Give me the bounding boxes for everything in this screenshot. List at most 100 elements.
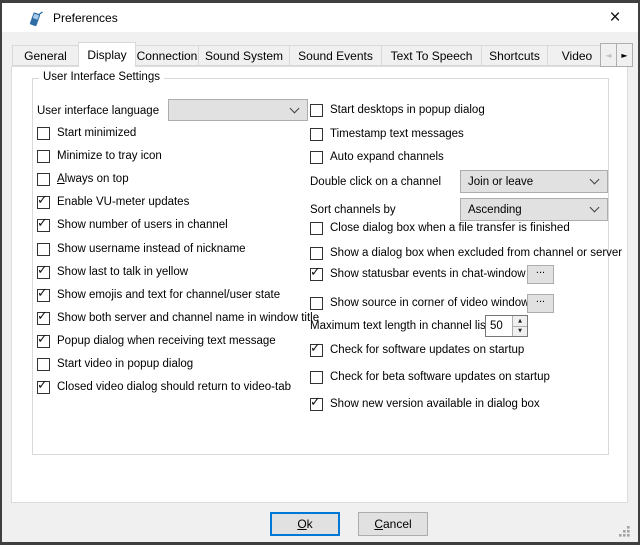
checkbox-show-emojis[interactable]: ✓ Show emojis and text for channel/user … [37,287,280,303]
checkbox-box[interactable]: ✓ [37,335,50,348]
chevron-down-icon [590,203,600,213]
checkbox-label: Check for beta software updates on start… [330,371,550,383]
max-text-length-spinner[interactable]: 50 ▲ ▼ [485,315,528,337]
spin-up-icon[interactable]: ▲ [513,316,527,327]
resize-grip-icon[interactable] [617,524,631,538]
checkbox-label: Show last to talk in yellow [57,266,188,278]
tab-label: Text To Speech [391,49,473,63]
checkbox-label: Timestamp text messages [330,128,464,140]
checkbox-timestamp-messages[interactable]: Timestamp text messages [310,126,464,142]
checkbox-show-username[interactable]: Show username instead of nickname [37,241,246,257]
checkbox-box[interactable] [310,297,323,310]
tab-sound-events[interactable]: Sound Events [289,45,382,66]
checkbox-minimize-to-tray[interactable]: Minimize to tray icon [37,148,162,164]
tab-shortcuts[interactable]: Shortcuts [481,45,548,66]
sort-channels-label: Sort channels by [310,202,396,218]
checkbox-box[interactable]: ✓ [310,268,323,281]
checkbox-auto-expand-channels[interactable]: Auto expand channels [310,149,444,165]
checkbox-video-source-corner[interactable]: Show source in corner of video window [310,295,529,311]
max-text-length-label: Maximum text length in channel list [310,318,489,334]
checkbox-label: Start minimized [57,127,136,139]
checkbox-box[interactable] [310,151,323,164]
tab-connection[interactable]: Connection [135,45,199,66]
checkbox-new-version-dialog[interactable]: ✓ Show new version available in dialog b… [310,396,540,412]
checkbox-enable-vu-meter[interactable]: ✓ Enable VU-meter updates [37,194,189,210]
tab-label: Connection [137,49,198,63]
checkbox-box[interactable] [310,104,323,117]
checkbox-always-on-top[interactable]: Always on top [37,171,129,187]
checkbox-box[interactable]: ✓ [310,344,323,357]
cancel-button-label: Cancel [374,517,411,531]
video-source-ellipsis-button[interactable]: ... [527,294,554,313]
ok-button[interactable]: Ok [270,512,340,536]
mnemonic-char: C [374,517,383,531]
checkbox-label: Show new version available in dialog box [330,398,540,410]
checkbox-last-to-talk[interactable]: ✓ Show last to talk in yellow [37,264,188,280]
checkbox-box[interactable] [37,243,50,256]
tab-general[interactable]: General [12,45,79,66]
checkbox-box[interactable] [37,358,50,371]
checkbox-box[interactable] [310,247,323,260]
checkbox-box[interactable]: ✓ [37,289,50,302]
checkbox-server-channel-title[interactable]: ✓ Show both server and channel name in w… [37,310,319,326]
title-bar[interactable]: Preferences × [2,3,638,32]
spinner-value[interactable]: 50 [486,316,512,336]
checkmark-icon: ✓ [37,264,48,278]
checkmark-icon: ✓ [310,342,321,356]
checkbox-box[interactable]: ✓ [37,219,50,232]
checkbox-statusbar-events[interactable]: ✓ Show statusbar events in chat-window [310,266,526,282]
double-click-label: Double click on a channel [310,174,441,190]
tab-label: Display [87,48,126,62]
label-rest: lways on top [65,173,129,185]
sort-channels-select[interactable]: Ascending [460,198,608,221]
checkbox-box[interactable]: ✓ [37,312,50,325]
checkbox-box[interactable] [310,371,323,384]
tab-scroll-right-icon[interactable]: ► [616,43,633,67]
statusbar-events-ellipsis-button[interactable]: ... [527,265,554,284]
checkbox-label: Start video in popup dialog [57,358,193,370]
cancel-button[interactable]: Cancel [358,512,428,536]
spin-down-icon[interactable]: ▼ [513,327,527,337]
language-select[interactable] [168,99,308,121]
checkbox-box[interactable]: ✓ [37,196,50,209]
checkmark-icon: ✓ [37,287,48,301]
tab-label: Video [562,49,592,63]
mnemonic-char: A [57,173,65,185]
tab-display[interactable]: Display [78,42,136,67]
double-click-select[interactable]: Join or leave [460,170,608,193]
checkbox-start-desktops-popup[interactable]: Start desktops in popup dialog [310,102,485,118]
checkbox-label: Start desktops in popup dialog [330,104,485,116]
checkbox-show-user-count[interactable]: ✓ Show number of users in channel [37,217,228,233]
checkbox-closed-video-return[interactable]: ✓ Closed video dialog should return to v… [37,379,291,395]
checkbox-excluded-dialog[interactable]: Show a dialog box when excluded from cha… [310,245,622,261]
tab-sound-system[interactable]: Sound System [198,45,290,66]
checkbox-label: Always on top [57,173,129,185]
tab-text-to-speech[interactable]: Text To Speech [381,45,482,66]
checkbox-start-minimized[interactable]: Start minimized [37,125,136,141]
checkmark-icon: ✓ [37,310,48,324]
checkbox-label: Show emojis and text for channel/user st… [57,289,280,301]
checkbox-box[interactable] [310,222,323,235]
checkbox-box[interactable] [37,150,50,163]
checkbox-label: Closed video dialog should return to vid… [57,381,291,393]
checkbox-box[interactable] [37,127,50,140]
checkbox-close-on-transfer-finish[interactable]: Close dialog box when a file transfer is… [310,220,570,236]
checkmark-icon: ✓ [37,217,48,231]
checkbox-popup-text-message[interactable]: ✓ Popup dialog when receiving text messa… [37,333,276,349]
close-icon[interactable]: × [592,3,638,32]
tab-video[interactable]: Video [547,45,601,66]
tab-label: Sound System [205,49,283,63]
window-title: Preferences [53,11,118,25]
checkbox-video-popup[interactable]: Start video in popup dialog [37,356,193,372]
checkbox-box[interactable]: ✓ [310,398,323,411]
checkbox-box[interactable] [310,128,323,141]
teamtalk-app-icon [26,9,44,27]
checkmark-icon: ✓ [310,266,321,280]
tab-scroll-left-icon[interactable]: ◄ [600,43,617,67]
checkbox-box[interactable]: ✓ [37,381,50,394]
checkbox-box[interactable] [37,173,50,186]
checkbox-check-beta-updates[interactable]: Check for beta software updates on start… [310,369,550,385]
checkbox-box[interactable]: ✓ [37,266,50,279]
checkbox-check-updates[interactable]: ✓ Check for software updates on startup [310,342,524,358]
tab-label: Shortcuts [489,49,540,63]
